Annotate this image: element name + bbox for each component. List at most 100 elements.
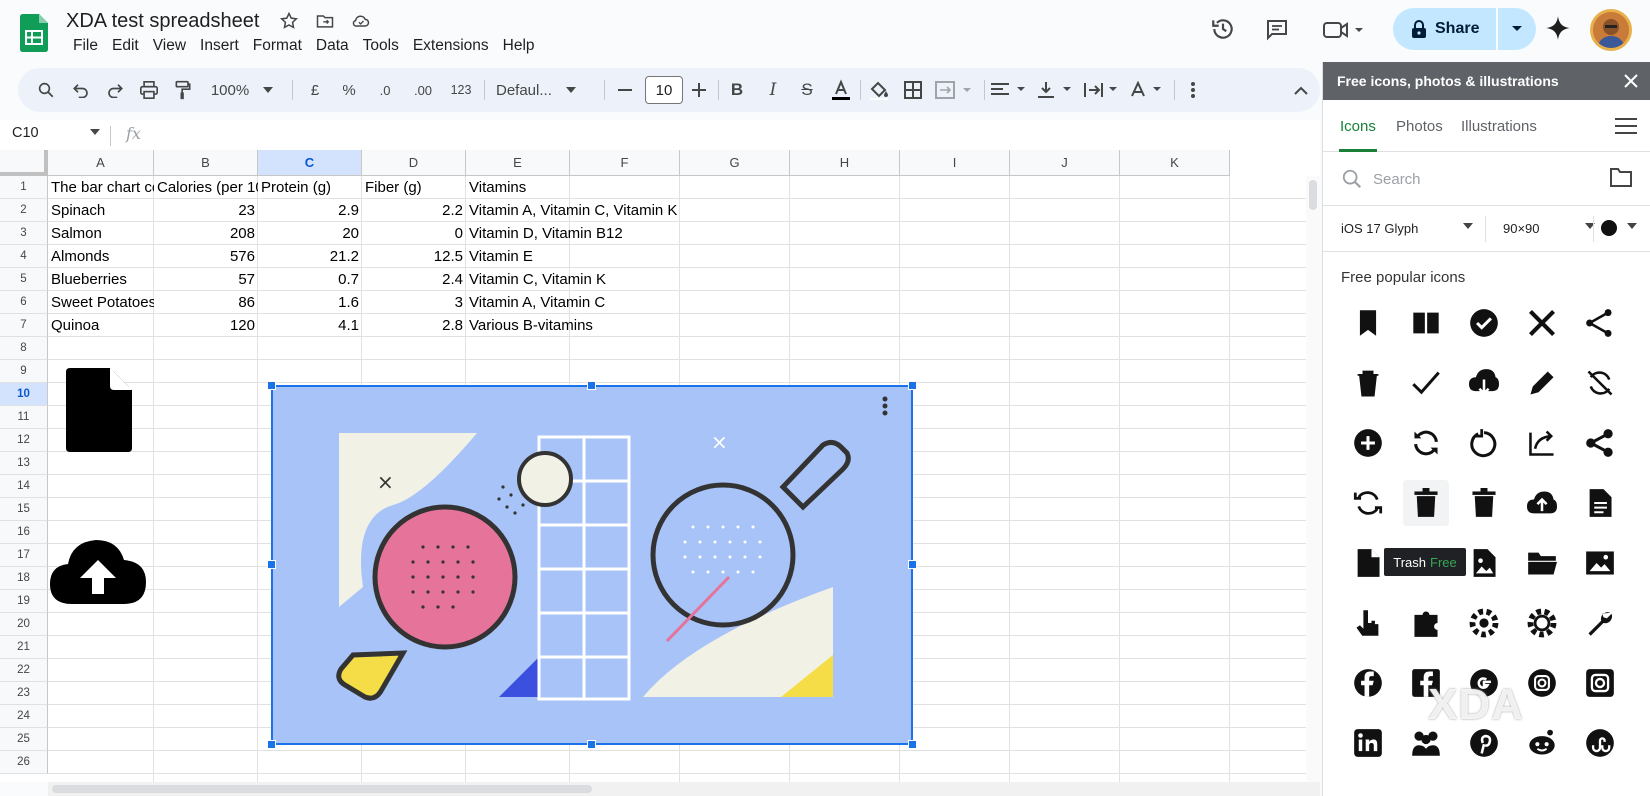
menu-file[interactable]: File bbox=[66, 37, 105, 55]
print-icon[interactable] bbox=[136, 68, 162, 112]
style-filter[interactable]: iOS 17 Glyph bbox=[1341, 221, 1418, 236]
borders-icon[interactable] bbox=[898, 68, 928, 112]
table-cell[interactable]: Blueberries bbox=[48, 268, 154, 291]
version-history-icon[interactable] bbox=[1210, 16, 1236, 42]
column-header[interactable]: E bbox=[466, 150, 570, 176]
column-header[interactable]: B bbox=[154, 150, 258, 176]
row-header[interactable]: 1 bbox=[0, 176, 48, 199]
table-cell[interactable]: 23 bbox=[154, 199, 258, 222]
menu-tools[interactable]: Tools bbox=[356, 37, 406, 55]
strikethrough-icon[interactable]: S bbox=[792, 68, 822, 112]
table-cell[interactable]: 1.6 bbox=[258, 291, 362, 314]
row-header[interactable]: 10 bbox=[0, 383, 48, 406]
table-cell[interactable]: 2.8 bbox=[362, 314, 466, 337]
table-cell[interactable]: 57 bbox=[154, 268, 258, 291]
gemini-sparkle-icon[interactable] bbox=[1545, 14, 1571, 42]
book-icon[interactable] bbox=[1403, 300, 1449, 346]
row-header[interactable]: 9 bbox=[0, 360, 48, 383]
inserted-illustration-image[interactable]: × × bbox=[271, 385, 913, 745]
stumbleupon-icon[interactable] bbox=[1577, 720, 1623, 766]
row-header[interactable]: 17 bbox=[0, 544, 48, 567]
table-cell[interactable]: 208 bbox=[154, 222, 258, 245]
row-header[interactable]: 7 bbox=[0, 314, 48, 337]
document-icon[interactable] bbox=[1577, 480, 1623, 526]
resize-handle[interactable] bbox=[587, 381, 596, 390]
refresh-icon[interactable] bbox=[1403, 420, 1449, 466]
instagram-icon[interactable] bbox=[1519, 660, 1565, 706]
facebook-icon[interactable] bbox=[1345, 660, 1391, 706]
cloud-status-icon[interactable] bbox=[350, 10, 372, 32]
table-cell[interactable]: Almonds bbox=[48, 245, 154, 268]
row-header[interactable]: 8 bbox=[0, 337, 48, 360]
header-cell[interactable]: The bar chart co bbox=[48, 176, 154, 199]
sync-off-icon[interactable] bbox=[1577, 360, 1623, 406]
folder-icon[interactable] bbox=[1609, 166, 1633, 188]
table-cell[interactable]: 2.9 bbox=[258, 199, 362, 222]
horizontal-scrollbar[interactable] bbox=[48, 782, 1320, 796]
menu-format[interactable]: Format bbox=[246, 37, 309, 55]
text-color-icon[interactable] bbox=[826, 68, 856, 112]
increase-font-size-icon[interactable] bbox=[688, 68, 710, 112]
resize-handle[interactable] bbox=[587, 740, 596, 749]
horizontal-scroll-thumb[interactable] bbox=[52, 785, 592, 793]
merge-cells-icon[interactable] bbox=[932, 68, 978, 112]
table-cell[interactable]: 576 bbox=[154, 245, 258, 268]
share-options-button[interactable] bbox=[1498, 8, 1536, 50]
resize-handle[interactable] bbox=[267, 381, 276, 390]
hamburger-menu-icon[interactable] bbox=[1615, 118, 1637, 134]
row-header[interactable]: 16 bbox=[0, 521, 48, 544]
cloud-download-icon[interactable] bbox=[1461, 360, 1507, 406]
cloud-upload-icon[interactable] bbox=[1519, 480, 1565, 526]
number-format-button[interactable]: 123 bbox=[444, 68, 478, 112]
tab-photos[interactable]: Photos bbox=[1396, 118, 1443, 135]
decrease-decimal-button[interactable]: .0 bbox=[370, 68, 400, 112]
resize-handle[interactable] bbox=[908, 560, 917, 569]
trash-can-icon[interactable] bbox=[1461, 480, 1507, 526]
table-cell[interactable]: Salmon bbox=[48, 222, 154, 245]
sheets-logo-icon[interactable] bbox=[20, 14, 48, 52]
comment-icon[interactable] bbox=[1264, 17, 1290, 41]
table-cell[interactable]: 86 bbox=[154, 291, 258, 314]
row-header[interactable]: 4 bbox=[0, 245, 48, 268]
fill-color-icon[interactable] bbox=[864, 68, 894, 112]
row-header[interactable]: 11 bbox=[0, 406, 48, 429]
row-header[interactable]: 2 bbox=[0, 199, 48, 222]
table-cell[interactable]: Various B-vitamins bbox=[466, 314, 680, 337]
table-cell[interactable]: Vitamin A, Vitamin C, Vitamin K bbox=[466, 199, 680, 222]
share-nodes-icon[interactable] bbox=[1577, 420, 1623, 466]
menu-edit[interactable]: Edit bbox=[105, 37, 146, 55]
resize-handle[interactable] bbox=[908, 740, 917, 749]
row-header[interactable]: 24 bbox=[0, 705, 48, 728]
resize-handle[interactable] bbox=[267, 740, 276, 749]
add-circle-icon[interactable] bbox=[1345, 420, 1391, 466]
row-header[interactable]: 26 bbox=[0, 751, 48, 774]
checkmark-icon[interactable] bbox=[1403, 360, 1449, 406]
hand-pointer-icon[interactable] bbox=[1345, 600, 1391, 646]
chevron-down-icon[interactable] bbox=[1463, 223, 1473, 229]
row-header[interactable]: 22 bbox=[0, 659, 48, 682]
table-cell[interactable]: 2.2 bbox=[362, 199, 466, 222]
document-title[interactable]: XDA test spreadsheet bbox=[66, 10, 259, 33]
chevron-down-icon[interactable] bbox=[90, 129, 100, 135]
column-header[interactable]: H bbox=[790, 150, 900, 176]
table-cell[interactable]: 12.5 bbox=[362, 245, 466, 268]
menu-data[interactable]: Data bbox=[309, 37, 356, 55]
column-header[interactable]: G bbox=[680, 150, 790, 176]
row-header[interactable]: 18 bbox=[0, 567, 48, 590]
share-button[interactable]: Share bbox=[1393, 8, 1496, 50]
table-cell[interactable]: Quinoa bbox=[48, 314, 154, 337]
cloud-upload-icon[interactable] bbox=[50, 538, 146, 606]
color-filter-swatch[interactable] bbox=[1601, 220, 1617, 236]
share-icon[interactable] bbox=[1577, 300, 1623, 346]
vertical-scroll-thumb[interactable] bbox=[1309, 180, 1317, 210]
percent-format-button[interactable]: % bbox=[336, 68, 362, 112]
decrease-font-size-icon[interactable] bbox=[614, 68, 636, 112]
table-cell[interactable]: Spinach bbox=[48, 199, 154, 222]
table-cell[interactable]: 120 bbox=[154, 314, 258, 337]
table-cell[interactable]: 4.1 bbox=[258, 314, 362, 337]
document-icon[interactable] bbox=[66, 368, 132, 452]
table-cell[interactable]: 21.2 bbox=[258, 245, 362, 268]
row-header[interactable]: 23 bbox=[0, 682, 48, 705]
row-header[interactable]: 19 bbox=[0, 590, 48, 613]
trash-filled-icon[interactable] bbox=[1403, 480, 1449, 526]
